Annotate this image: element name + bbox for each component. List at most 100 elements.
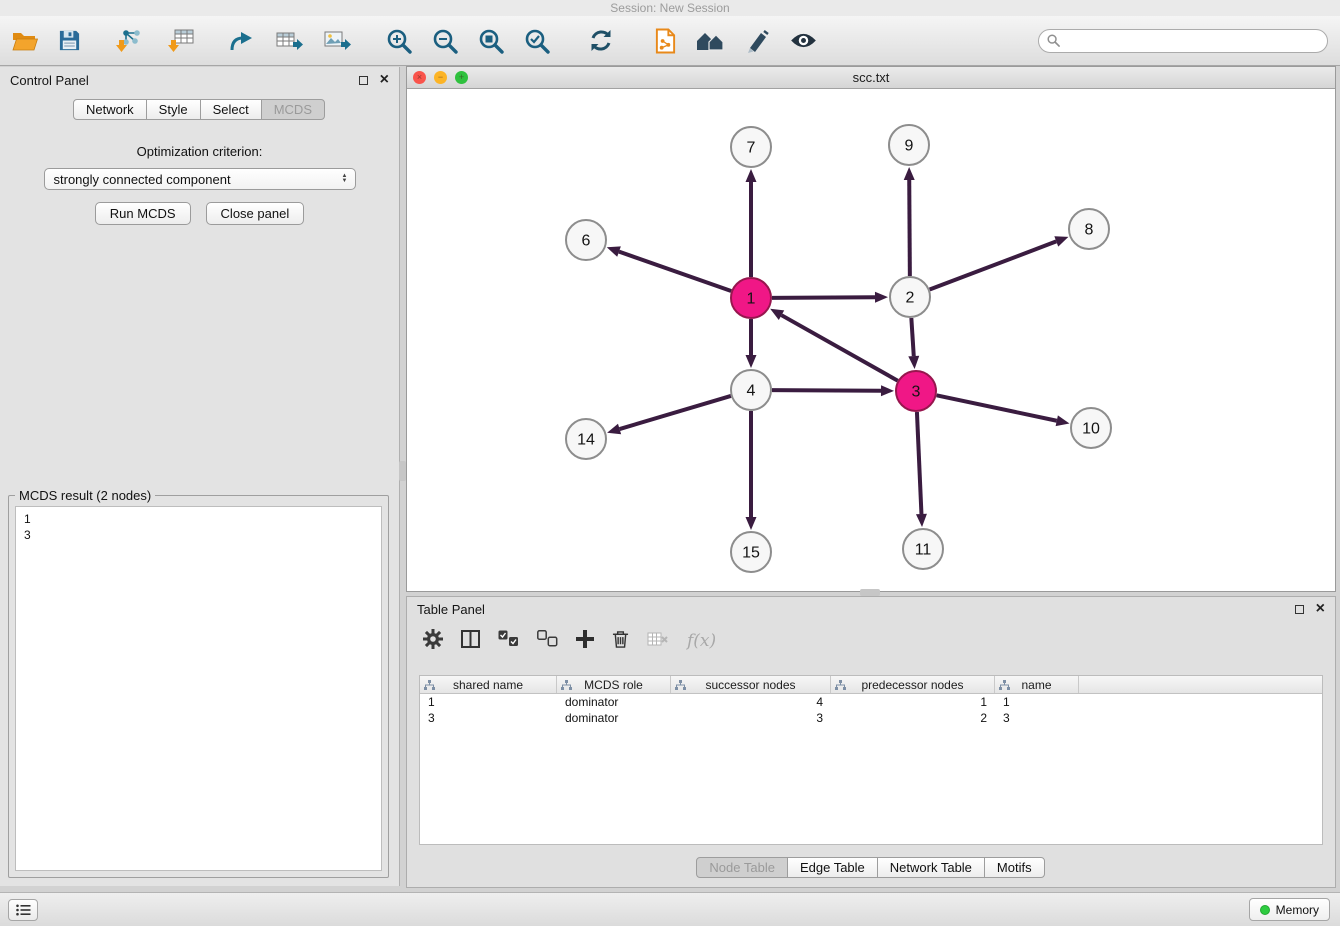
export-image-button[interactable] xyxy=(322,25,352,57)
graph-edge-4-14[interactable] xyxy=(620,396,731,429)
graph-edge-3-1[interactable] xyxy=(781,315,897,381)
column-header-predecessor-nodes[interactable]: predecessor nodes xyxy=(831,676,995,693)
memory-button[interactable]: Memory xyxy=(1249,898,1330,921)
close-mcds-panel-button[interactable]: Close panel xyxy=(206,202,305,225)
column-header-successor-nodes[interactable]: successor nodes xyxy=(671,676,831,693)
close-window-button[interactable]: × xyxy=(413,71,426,84)
dropdown-arrows-icon: ▲▼ xyxy=(342,174,348,184)
graph-node-10[interactable]: 10 xyxy=(1071,408,1111,448)
search-input[interactable] xyxy=(1065,34,1319,48)
graph-node-1[interactable]: 1 xyxy=(731,278,771,318)
select-all-button[interactable] xyxy=(498,630,519,652)
network-window: × − + scc.txt 7 9 6 8 1 2 4 3 14 10 15 11 xyxy=(406,66,1336,592)
graph-node-2[interactable]: 2 xyxy=(890,277,930,317)
graph-node-4[interactable]: 4 xyxy=(731,370,771,410)
import-network-button[interactable] xyxy=(114,25,144,57)
table-header-row: shared nameMCDS rolesuccessor nodesprede… xyxy=(420,676,1322,694)
export-table-button[interactable] xyxy=(274,25,304,57)
horizontal-splitter-handle[interactable] xyxy=(860,589,880,596)
graph-node-7[interactable]: 7 xyxy=(731,127,771,167)
close-table-panel-button[interactable]: × xyxy=(1316,603,1325,615)
eye-button[interactable] xyxy=(788,25,818,57)
maximize-window-button[interactable]: + xyxy=(455,71,468,84)
clipboard-network-button[interactable] xyxy=(650,25,680,57)
graph-edge-2-3[interactable] xyxy=(911,318,913,356)
open-file-button[interactable] xyxy=(10,25,40,57)
refresh-button[interactable] xyxy=(586,25,616,57)
run-mcds-button[interactable]: Run MCDS xyxy=(95,202,191,225)
style-brush-icon xyxy=(744,29,770,53)
network-window-titlebar[interactable]: × − + scc.txt xyxy=(407,67,1335,89)
graph-edge-arrow xyxy=(881,385,894,396)
window-title: Session: New Session xyxy=(610,1,729,15)
zoom-selected-button[interactable] xyxy=(522,25,552,57)
graph-edge-1-2[interactable] xyxy=(772,297,875,298)
tab-network-table[interactable]: Network Table xyxy=(877,857,985,878)
home-button[interactable] xyxy=(696,25,726,57)
show-columns-button[interactable] xyxy=(461,630,480,653)
import-table-icon xyxy=(168,28,194,53)
graph-edge-3-10[interactable] xyxy=(937,395,1057,420)
table-cell: 1 xyxy=(831,695,995,709)
table-cell: 3 xyxy=(420,711,557,725)
clipboard-network-icon xyxy=(654,28,677,54)
close-control-panel-button[interactable]: × xyxy=(380,74,389,86)
delete-button[interactable] xyxy=(612,629,629,654)
vertical-splitter-handle[interactable] xyxy=(399,461,406,481)
network-canvas[interactable]: 7 9 6 8 1 2 4 3 14 10 15 11 xyxy=(407,89,1335,591)
graph-node-8[interactable]: 8 xyxy=(1069,209,1109,249)
column-header-name[interactable]: name xyxy=(995,676,1079,693)
optimization-criterion-label: Optimization criterion: xyxy=(0,144,399,159)
tab-network[interactable]: Network xyxy=(73,99,147,120)
tab-mcds[interactable]: MCDS xyxy=(261,99,325,120)
zoom-fit-button[interactable] xyxy=(476,25,506,57)
graph-edge-2-8[interactable] xyxy=(930,241,1057,289)
float-table-panel-button[interactable] xyxy=(1295,605,1304,614)
graph-node-11[interactable]: 11 xyxy=(903,529,943,569)
tab-edge-table[interactable]: Edge Table xyxy=(787,857,878,878)
float-control-panel-button[interactable] xyxy=(359,76,368,85)
delete-column-button[interactable] xyxy=(647,631,669,652)
graph-edge-4-3[interactable] xyxy=(772,390,881,391)
node-table: shared nameMCDS rolesuccessor nodesprede… xyxy=(419,675,1323,845)
graph-edge-1-6[interactable] xyxy=(619,252,731,291)
table-row[interactable]: 1dominator411 xyxy=(420,694,1322,710)
table-settings-button[interactable] xyxy=(423,629,443,654)
memory-status-icon xyxy=(1260,905,1270,915)
graph-edge-3-11[interactable] xyxy=(917,412,922,514)
graph-edge-2-9[interactable] xyxy=(909,180,910,276)
function-builder-button[interactable]: f(x) xyxy=(687,631,716,651)
minimize-window-button[interactable]: − xyxy=(434,71,447,84)
task-history-button[interactable] xyxy=(8,899,38,921)
graph-node-6[interactable]: 6 xyxy=(566,220,606,260)
tab-node-table[interactable]: Node Table xyxy=(696,857,788,878)
graph-node-3[interactable]: 3 xyxy=(896,371,936,411)
graph-node-9[interactable]: 9 xyxy=(889,125,929,165)
export-network-button[interactable] xyxy=(226,25,256,57)
mcds-result-list[interactable]: 13 xyxy=(15,506,382,871)
style-button[interactable] xyxy=(742,25,772,57)
column-header-shared-name[interactable]: shared name xyxy=(420,676,557,693)
zoom-in-button[interactable] xyxy=(384,25,414,57)
import-table-button[interactable] xyxy=(166,25,196,57)
tab-motifs[interactable]: Motifs xyxy=(984,857,1045,878)
criterion-dropdown[interactable]: strongly connected component ▲▼ xyxy=(44,168,356,190)
table-row[interactable]: 3dominator323 xyxy=(420,710,1322,726)
add-column-button[interactable] xyxy=(576,630,594,653)
search-box[interactable] xyxy=(1038,29,1328,53)
tab-select[interactable]: Select xyxy=(200,99,262,120)
zoom-in-icon xyxy=(386,28,412,54)
tab-style[interactable]: Style xyxy=(146,99,201,120)
mcds-result-group: MCDS result (2 nodes) 13 xyxy=(8,495,389,878)
unselect-all-button[interactable] xyxy=(537,630,558,652)
graph-node-15[interactable]: 15 xyxy=(731,532,771,572)
network-window-title: scc.txt xyxy=(407,70,1335,85)
graph-edge-arrow xyxy=(875,292,888,303)
column-header-filler xyxy=(1079,676,1322,693)
graph-node-14[interactable]: 14 xyxy=(566,419,606,459)
table-cell: dominator xyxy=(557,695,671,709)
zoom-out-button[interactable] xyxy=(430,25,460,57)
save-session-button[interactable] xyxy=(54,25,84,57)
column-header-mcds-role[interactable]: MCDS role xyxy=(557,676,671,693)
control-panel-tabstrip: NetworkStyleSelectMCDS xyxy=(0,99,399,120)
